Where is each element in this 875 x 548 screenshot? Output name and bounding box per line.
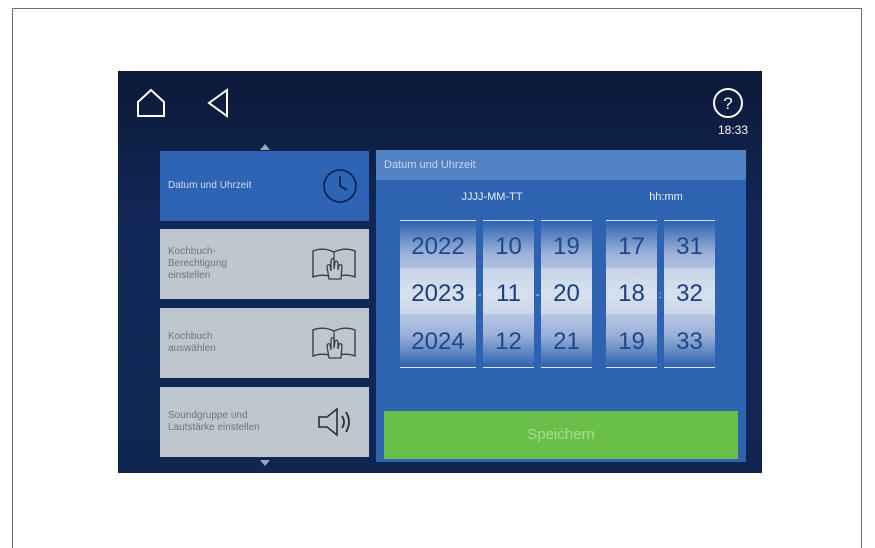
menu-item-sound-volume[interactable]: Soundgruppe und Lautstärke einstellen [160,387,369,457]
month-next[interactable]: 12 [483,328,534,356]
menu-item-cookbook-select[interactable]: Kochbuch auswählen [160,308,369,378]
menu-item-cookbook-permission[interactable]: Kochbuch- Berechtigung einstellen [160,229,369,299]
hour-next[interactable]: 19 [606,328,657,356]
minute-prev[interactable]: 31 [664,233,715,261]
book-hand-icon [312,327,356,359]
menu-scroll-down[interactable] [260,460,270,466]
svg-text:?: ? [723,94,732,113]
day-next[interactable]: 21 [541,328,592,356]
speaker-icon [318,407,350,437]
date-format-label: JJJJ-MM-TT [461,191,523,203]
time-format-label: hh:mm [649,191,683,203]
menu-item-label: Soundgruppe und Lautstärke einstellen [168,410,260,433]
panel-title: Datum und Uhrzeit [376,150,746,180]
year-wheel[interactable]: 2022 2023 2024 [400,220,476,368]
menu-item-date-time[interactable]: Datum und Uhrzeit [160,151,369,221]
day-prev[interactable]: 19 [541,233,592,261]
minute-next[interactable]: 33 [664,328,715,356]
device-screen: ? 18:33 Datum und Uhrzeit Kochbuch- Bere… [118,71,762,473]
hour-prev[interactable]: 17 [606,233,657,261]
date-separator: - [478,290,482,301]
date-time-panel: Datum und Uhrzeit JJJJ-MM-TT hh:mm 2022 … [376,150,746,462]
year-prev[interactable]: 2022 [400,233,476,261]
menu-scroll-up[interactable] [260,144,270,150]
time-separator: : [659,290,662,301]
day-current: 20 [553,280,580,307]
minute-current: 32 [676,280,703,307]
day-wheel[interactable]: 19 20 21 [541,220,592,368]
hour-wheel[interactable]: 17 18 19 [606,220,657,368]
save-button[interactable]: Speichern [384,411,738,459]
year-next[interactable]: 2024 [400,328,476,356]
hour-current: 18 [618,280,645,307]
help-icon[interactable]: ? [712,87,744,119]
menu-item-label: Kochbuch- Berechtigung einstellen [168,246,227,281]
clock-time: 18:33 [717,123,749,137]
month-current: 11 [496,280,521,307]
book-hand-icon [312,248,356,280]
menu-item-label: Datum und Uhrzeit [168,180,252,191]
month-wheel[interactable]: 10 11 12 [483,220,534,368]
clock-icon [323,169,357,203]
home-icon[interactable] [135,87,167,119]
menu-item-label: Kochbuch auswählen [168,331,216,354]
back-icon[interactable] [206,88,230,118]
month-prev[interactable]: 10 [483,233,534,261]
minute-wheel[interactable]: 31 32 33 [664,220,715,368]
date-separator: - [536,290,540,301]
year-current: 2023 [411,280,465,307]
